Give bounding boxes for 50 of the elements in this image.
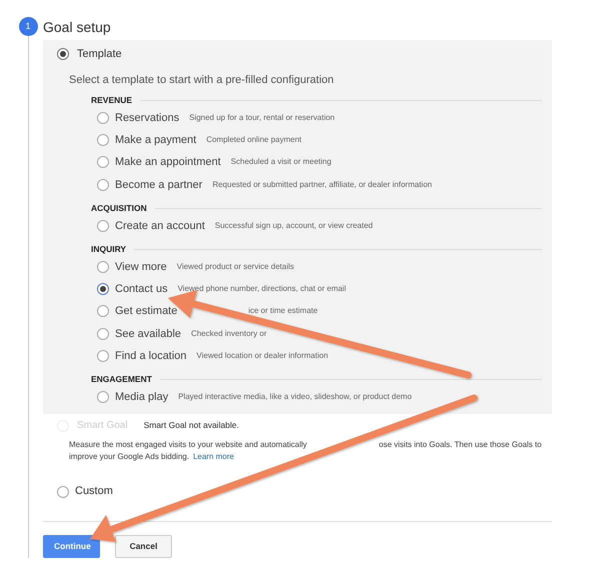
radio-button[interactable]	[97, 220, 109, 232]
radio-button[interactable]	[97, 260, 109, 273]
radio-button[interactable]	[97, 134, 109, 146]
option-description: Successful sign up, account, or view created	[214, 220, 373, 232]
group-heading: REVENUE	[91, 94, 132, 107]
radio-button[interactable]	[97, 350, 109, 362]
radio-button[interactable]	[57, 48, 69, 60]
option-label: Template	[77, 47, 122, 62]
option-label: Find a location	[115, 348, 187, 364]
description-text: Select a template to start with a pre-filled configuration	[69, 72, 335, 88]
cancel-button[interactable]: Cancel	[115, 534, 172, 558]
option-label: Contact us	[115, 282, 168, 297]
radio-button[interactable]	[97, 328, 109, 340]
option-label: Create an account	[115, 218, 205, 234]
option-description: Viewed location or dealer information	[196, 350, 328, 362]
step-title: Goal setup	[43, 18, 112, 37]
radio-button[interactable]	[97, 283, 109, 296]
option-description: Viewed phone number, directions, chat or email	[178, 283, 346, 296]
status-text: Smart Goal not available.	[144, 419, 240, 432]
radio-button[interactable]	[97, 305, 109, 318]
option-label: See available	[115, 326, 182, 342]
option-description: Checked inventory or	[191, 328, 267, 340]
group-heading: ACQUISITION	[91, 202, 147, 215]
option-label: Make a payment	[115, 132, 196, 148]
option-description: Viewed product or service details	[176, 260, 294, 273]
radio-button[interactable]	[97, 391, 109, 404]
radio-button[interactable]	[57, 486, 69, 498]
description-text: improve your Google Ads bidding.	[69, 451, 190, 464]
option-label: Custom	[75, 484, 113, 500]
option-label: View more	[115, 260, 167, 275]
option-description: Completed online payment	[206, 134, 302, 146]
option-description: Signed up for a tour, rental or reservation	[189, 112, 335, 124]
radio-button[interactable]	[97, 156, 109, 168]
description-text: Measure the most engaged visits to your website and automatically	[69, 439, 307, 452]
radio-button[interactable]	[97, 178, 109, 191]
group-heading: ENGAGEMENT	[91, 373, 152, 386]
option-label: Become a partner	[115, 178, 202, 193]
option-label: Make an appointment	[115, 155, 221, 170]
option-description: Played interactive media, like a video, slideshow, or product demo	[178, 391, 412, 404]
option-label: Get estimate	[115, 304, 178, 320]
radio-button[interactable]	[97, 112, 109, 124]
step-number: 1	[18, 17, 38, 36]
option-label: Media play	[115, 390, 168, 405]
description-text: ose visits into Goals. Then use those Goals to	[378, 439, 542, 452]
option-description: ice or time estimate	[248, 305, 318, 318]
option-description: Requested or submitted partner, affiliate, or dealer information	[212, 178, 432, 191]
option-description: Scheduled a visit or meeting	[230, 156, 332, 168]
continue-button[interactable]: Continue	[43, 534, 100, 558]
group-heading: INQUIRY	[91, 242, 126, 256]
option-label: Reservations	[115, 110, 180, 126]
